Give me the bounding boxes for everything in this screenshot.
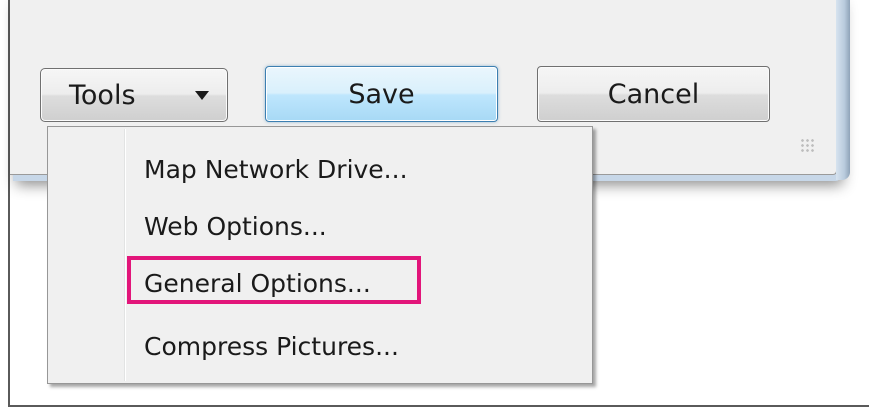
- menu-item-label: Compress Pictures...: [144, 331, 399, 361]
- tools-menu: Map Network Drive... Web Options... Gene…: [47, 126, 593, 384]
- save-button[interactable]: Save: [265, 66, 498, 122]
- resize-grip-icon[interactable]: [800, 138, 814, 152]
- menu-item-general-options[interactable]: General Options...: [144, 261, 371, 305]
- menu-item-label: Web Options...: [144, 211, 327, 241]
- menu-item-label: General Options...: [144, 268, 371, 298]
- tools-button-label: Tools: [69, 79, 136, 111]
- tools-dropdown-button[interactable]: Tools: [40, 68, 228, 122]
- caret-down-icon: [195, 91, 209, 100]
- screenshot-stage: Tools Save Cancel Map Network Drive... W…: [0, 0, 869, 413]
- menu-icon-gutter: [124, 129, 126, 381]
- cancel-button[interactable]: Cancel: [537, 66, 770, 122]
- menu-item-web-options[interactable]: Web Options...: [144, 204, 327, 248]
- menu-item-label: Map Network Drive...: [144, 154, 408, 184]
- menu-item-map-network-drive[interactable]: Map Network Drive...: [144, 147, 408, 191]
- menu-item-compress-pictures[interactable]: Compress Pictures...: [144, 324, 399, 368]
